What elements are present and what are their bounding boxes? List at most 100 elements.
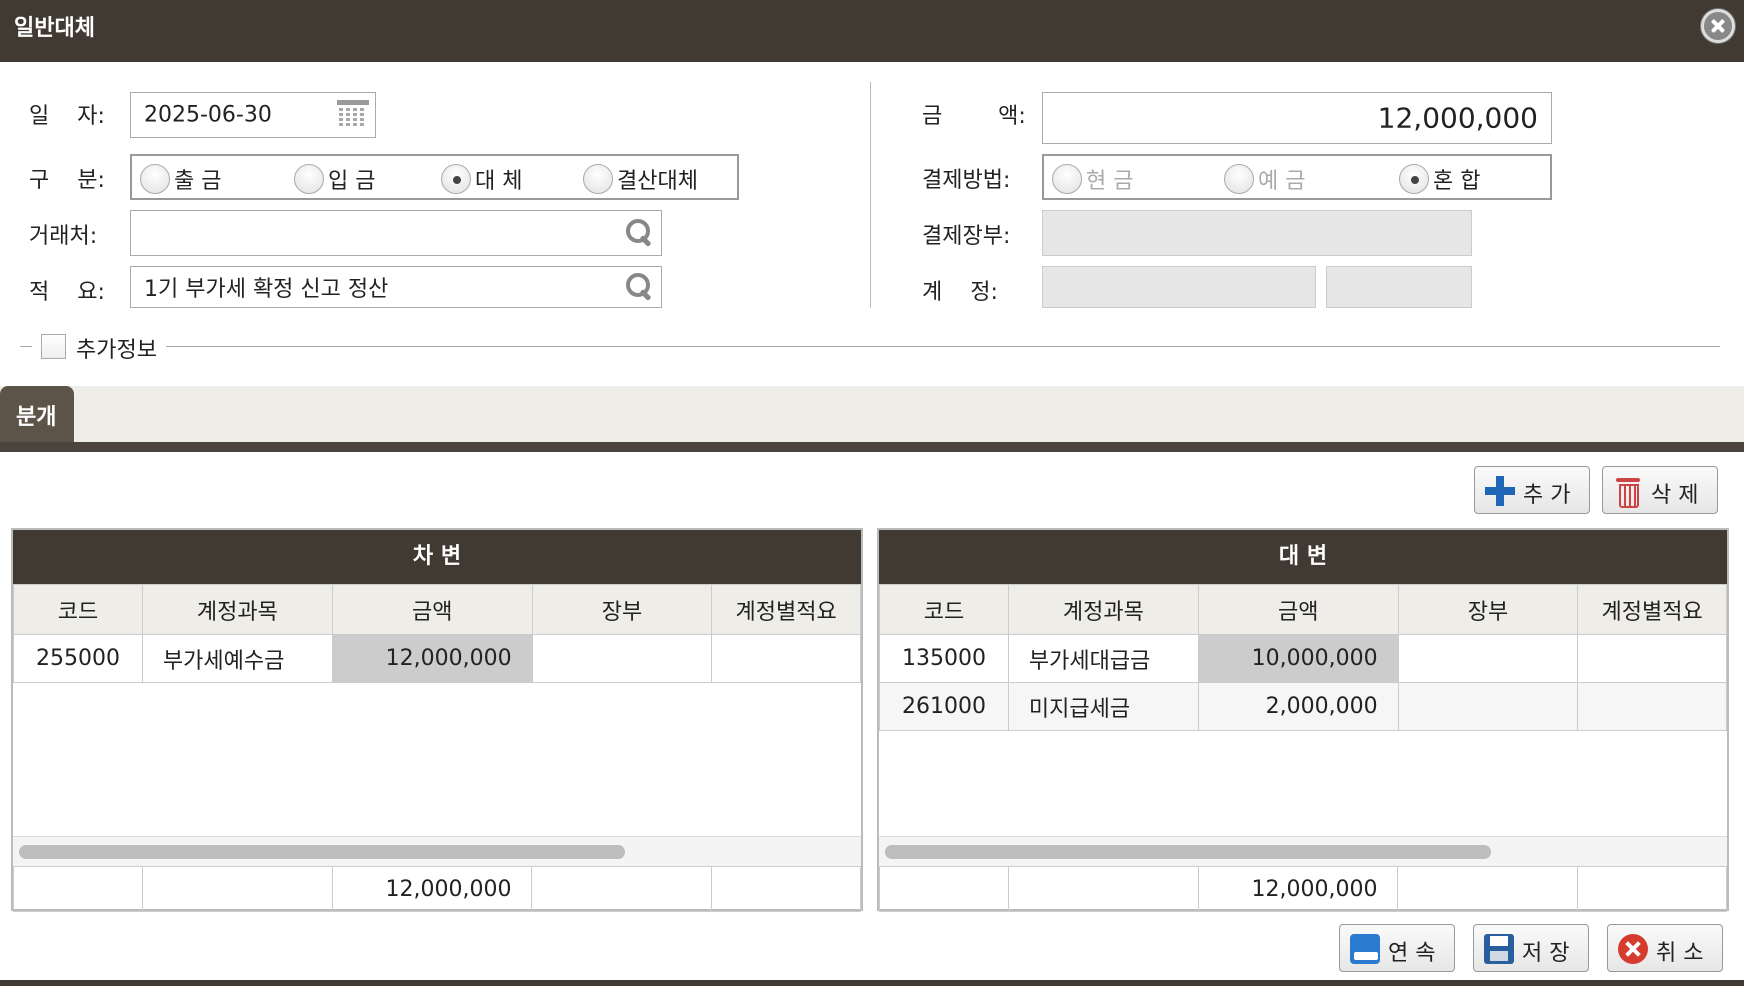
tab-strip: 분개 bbox=[0, 386, 1744, 442]
payment-radio-mixed[interactable]: 혼 합 bbox=[1399, 163, 1480, 195]
extra-info-label: 추가정보 bbox=[76, 338, 157, 363]
add-row-button[interactable]: 추 가 bbox=[1474, 466, 1590, 514]
account-label: 계 정: bbox=[922, 280, 998, 305]
column-header-account[interactable]: 계정과목 bbox=[141, 584, 333, 635]
partner-label: 거래처: bbox=[29, 224, 98, 249]
tab-journal[interactable]: 분개 bbox=[0, 386, 74, 442]
radio-icon bbox=[294, 164, 324, 194]
cell-account[interactable]: 부가세대급금 bbox=[1007, 634, 1199, 683]
payment-radio-cash[interactable]: 현 금 bbox=[1052, 163, 1133, 195]
radio-label: 출 금 bbox=[174, 169, 222, 194]
scrollbar-thumb[interactable] bbox=[19, 845, 625, 859]
tab-underline bbox=[0, 442, 1744, 452]
save-button[interactable]: 저 장 bbox=[1473, 924, 1589, 972]
cell-memo[interactable] bbox=[1577, 634, 1727, 683]
account-field-1[interactable] bbox=[1042, 266, 1316, 308]
trash-icon bbox=[1613, 476, 1643, 508]
column-header-memo[interactable]: 계정별적요 bbox=[1577, 584, 1727, 635]
total-cell-empty bbox=[1007, 866, 1199, 912]
column-header-amount[interactable]: 금액 bbox=[1197, 584, 1399, 635]
cell-memo[interactable] bbox=[1577, 682, 1727, 731]
cell-ledger[interactable] bbox=[531, 634, 713, 683]
delete-row-button[interactable]: 삭 제 bbox=[1602, 466, 1718, 514]
total-cell-empty bbox=[1577, 866, 1727, 912]
type-radio-deposit[interactable]: 입 금 bbox=[294, 163, 375, 195]
credit-total-row: 12,000,000 bbox=[879, 866, 1727, 912]
table-header-row: 코드 계정과목 금액 장부 계정별적요 bbox=[13, 584, 861, 635]
amount-value: 12,000,000 bbox=[1377, 101, 1538, 135]
cell-ledger[interactable] bbox=[1397, 634, 1579, 683]
tab-label: 분개 bbox=[16, 405, 57, 430]
delete-label: 삭 제 bbox=[1651, 483, 1699, 508]
type-radio-group: 출 금 입 금 대 체 결산대체 bbox=[130, 154, 739, 200]
payment-radio-group: 현 금 예 금 혼 합 bbox=[1042, 154, 1552, 200]
type-radio-closing-transfer[interactable]: 결산대체 bbox=[583, 163, 698, 195]
date-value: 2025-06-30 bbox=[144, 102, 272, 128]
total-cell-empty bbox=[141, 866, 333, 912]
column-header-code[interactable]: 코드 bbox=[13, 584, 143, 635]
search-icon[interactable] bbox=[625, 272, 653, 300]
column-header-code[interactable]: 코드 bbox=[879, 584, 1009, 635]
type-radio-transfer[interactable]: 대 체 bbox=[441, 163, 522, 195]
column-header-amount[interactable]: 금액 bbox=[331, 584, 533, 635]
credit-total-amount: 12,000,000 bbox=[1197, 866, 1399, 912]
add-label: 추 가 bbox=[1523, 483, 1571, 508]
amount-label: 금 액: bbox=[922, 104, 1026, 129]
table-row[interactable]: 255000 부가세예수금 12,000,000 bbox=[13, 634, 861, 683]
ledger-field[interactable] bbox=[1042, 210, 1472, 256]
radio-label: 입 금 bbox=[328, 169, 376, 194]
scrollbar-thumb[interactable] bbox=[885, 845, 1491, 859]
table-row[interactable]: 261000 미지급세금 2,000,000 bbox=[879, 682, 1727, 731]
debit-total-row: 12,000,000 bbox=[13, 866, 861, 912]
radio-icon bbox=[583, 164, 613, 194]
payment-radio-deposit[interactable]: 예 금 bbox=[1224, 163, 1305, 195]
table-row[interactable]: 135000 부가세대급금 10,000,000 bbox=[879, 634, 1727, 683]
save-label: 저 장 bbox=[1522, 941, 1570, 966]
cancel-button[interactable]: 취 소 bbox=[1607, 924, 1723, 972]
plus-icon bbox=[1485, 476, 1515, 506]
cell-memo[interactable] bbox=[711, 634, 861, 683]
horizontal-scrollbar[interactable] bbox=[13, 836, 861, 866]
memo-label: 적 요: bbox=[29, 280, 105, 305]
debit-table: 코드 계정과목 금액 장부 계정별적요 255000 부가세예수금 12,000… bbox=[13, 584, 861, 683]
column-header-ledger[interactable]: 장부 bbox=[1397, 584, 1579, 635]
cell-code[interactable]: 135000 bbox=[879, 634, 1009, 683]
partner-input[interactable] bbox=[130, 210, 662, 256]
total-cell-empty bbox=[531, 866, 713, 912]
column-header-memo[interactable]: 계정별적요 bbox=[711, 584, 861, 635]
continue-label: 연 속 bbox=[1388, 941, 1436, 966]
radio-icon bbox=[1052, 164, 1082, 194]
account-field-2[interactable] bbox=[1326, 266, 1472, 308]
cell-code[interactable]: 261000 bbox=[879, 682, 1009, 731]
cell-account[interactable]: 부가세예수금 bbox=[141, 634, 333, 683]
radio-icon bbox=[1224, 164, 1254, 194]
horizontal-scrollbar[interactable] bbox=[879, 836, 1727, 866]
cell-amount[interactable]: 10,000,000 bbox=[1197, 634, 1399, 683]
type-radio-withdraw[interactable]: 출 금 bbox=[140, 163, 221, 195]
radio-selected-icon bbox=[441, 164, 471, 194]
credit-table: 코드 계정과목 금액 장부 계정별적요 135000 부가세대급금 10,000… bbox=[879, 584, 1727, 731]
extra-info-checkbox[interactable] bbox=[41, 334, 66, 359]
column-header-ledger[interactable]: 장부 bbox=[531, 584, 713, 635]
cancel-label: 취 소 bbox=[1656, 941, 1704, 966]
cancel-icon bbox=[1618, 934, 1648, 964]
credit-grid-title: 대 변 bbox=[879, 530, 1727, 584]
cell-amount[interactable]: 2,000,000 bbox=[1197, 682, 1399, 731]
date-field[interactable]: 2025-06-30 bbox=[130, 92, 376, 138]
cell-ledger[interactable] bbox=[1397, 682, 1579, 731]
continue-button[interactable]: 연 속 bbox=[1339, 924, 1455, 972]
cell-account[interactable]: 미지급세금 bbox=[1007, 682, 1199, 731]
save-icon bbox=[1484, 934, 1514, 964]
cell-amount[interactable]: 12,000,000 bbox=[331, 634, 533, 683]
cell-code[interactable]: 255000 bbox=[13, 634, 143, 683]
close-icon[interactable] bbox=[1701, 9, 1735, 43]
calendar-icon[interactable] bbox=[337, 100, 369, 128]
date-label: 일 자: bbox=[29, 104, 105, 129]
memo-input[interactable]: 1기 부가세 확정 신고 정산 bbox=[130, 266, 662, 308]
fieldset-line bbox=[166, 346, 1720, 347]
column-header-account[interactable]: 계정과목 bbox=[1007, 584, 1199, 635]
radio-label: 현 금 bbox=[1086, 169, 1134, 194]
credit-grid: 대 변 코드 계정과목 금액 장부 계정별적요 135000 부가세대급금 10… bbox=[877, 528, 1729, 912]
search-icon[interactable] bbox=[625, 218, 653, 246]
amount-input[interactable]: 12,000,000 bbox=[1042, 92, 1552, 144]
